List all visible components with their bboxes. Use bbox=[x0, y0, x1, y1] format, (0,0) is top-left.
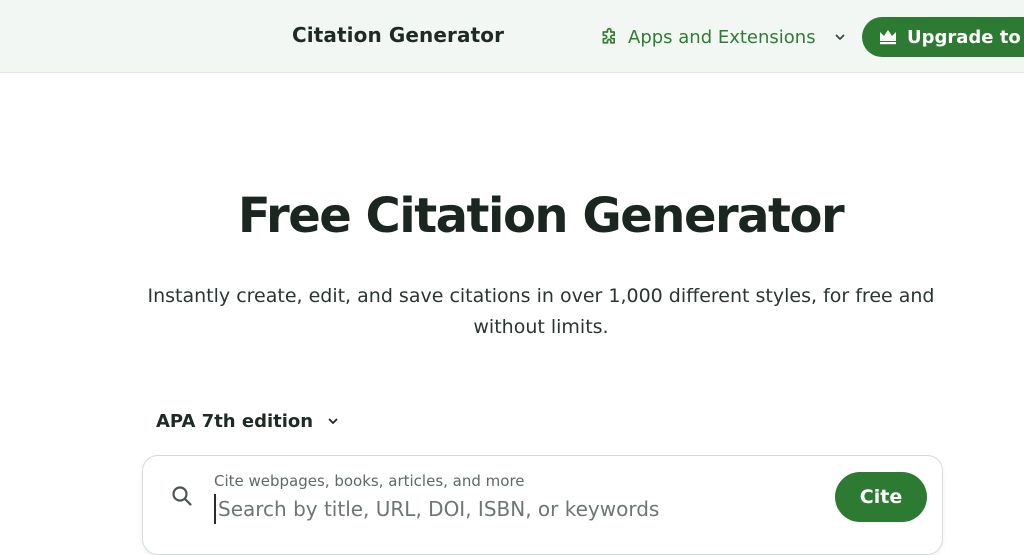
citation-search-card: Cite webpages, books, articles, and more… bbox=[142, 455, 943, 555]
upgrade-label: Upgrade to Pro bbox=[907, 26, 1024, 48]
puzzle-icon bbox=[600, 27, 620, 47]
apps-menu-label: Apps and Extensions bbox=[628, 26, 816, 48]
citation-style-selected: APA 7th edition bbox=[156, 411, 314, 432]
upgrade-to-pro-button[interactable]: Upgrade to Pro bbox=[862, 17, 1024, 57]
nav-title-citation-generator[interactable]: Citation Generator bbox=[292, 23, 504, 47]
search-icon bbox=[170, 484, 194, 508]
cite-button[interactable]: Cite bbox=[835, 472, 927, 522]
top-nav: Citation Generator Apps and Extensions U… bbox=[0, 0, 1024, 73]
page-title: Free Citation Generator bbox=[237, 188, 845, 244]
apps-and-extensions-menu[interactable]: Apps and Extensions bbox=[600, 24, 846, 50]
search-label: Cite webpages, books, articles, and more bbox=[214, 472, 525, 490]
page-subtitle: Instantly create, edit, and save citatio… bbox=[147, 285, 935, 338]
chevron-down-icon bbox=[327, 411, 339, 432]
chevron-down-icon bbox=[834, 27, 846, 48]
crown-icon bbox=[879, 29, 897, 45]
citation-search-input[interactable] bbox=[214, 494, 824, 524]
citation-style-dropdown[interactable]: APA 7th edition bbox=[156, 411, 339, 432]
